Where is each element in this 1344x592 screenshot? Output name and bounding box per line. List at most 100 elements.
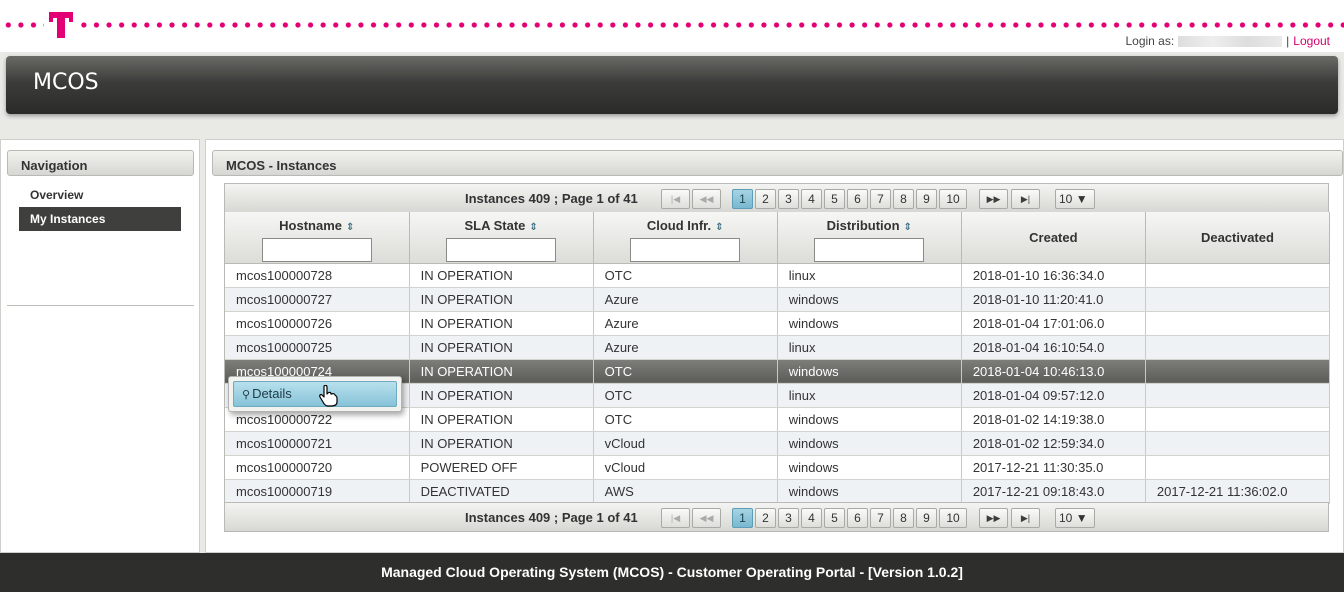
sort-icon[interactable]: ⇕ bbox=[904, 222, 912, 233]
sort-icon[interactable]: ⇕ bbox=[529, 222, 537, 233]
logout-link[interactable]: Logout bbox=[1293, 34, 1330, 48]
page-button-4[interactable]: 4 bbox=[801, 508, 822, 528]
rows-per-page-select[interactable]: 10 ▼ bbox=[1055, 508, 1095, 528]
navigation-title: Navigation bbox=[7, 150, 194, 176]
page-button-4[interactable]: 4 bbox=[801, 189, 822, 209]
page-button-6[interactable]: 6 bbox=[847, 189, 868, 209]
page-button-8[interactable]: 8 bbox=[893, 189, 914, 209]
page-button-3[interactable]: 3 bbox=[778, 189, 799, 209]
distribution-filter-input[interactable] bbox=[814, 238, 925, 262]
cell-deactivated bbox=[1145, 455, 1331, 480]
first-page-icon[interactable]: |◀ bbox=[661, 508, 690, 528]
cell-created: 2017-12-21 11:30:35.0 bbox=[961, 455, 1146, 480]
login-separator: | bbox=[1286, 34, 1290, 48]
pager-info: Instances 409 ; Page 1 of 41 bbox=[465, 510, 638, 525]
app-header: MCOS bbox=[6, 56, 1338, 114]
cell-distribution: windows bbox=[777, 407, 962, 432]
cell-sla-state: IN OPERATION bbox=[409, 431, 594, 456]
app-title: MCOS bbox=[33, 70, 99, 95]
cell-cloud-infr: Azure bbox=[593, 287, 778, 312]
chevron-down-icon: ▼ bbox=[1075, 511, 1088, 525]
cell-sla-state: POWERED OFF bbox=[409, 455, 594, 480]
table-row[interactable]: mcos100000719 DEACTIVATED AWS windows 20… bbox=[225, 479, 1331, 504]
cell-sla-state: IN OPERATION bbox=[409, 287, 594, 312]
cell-created: 2018-01-04 17:01:06.0 bbox=[961, 311, 1146, 336]
sla-state-filter-input[interactable] bbox=[446, 238, 557, 262]
table-row[interactable]: mcos100000726 IN OPERATION Azure windows… bbox=[225, 311, 1331, 336]
brand-dot-line bbox=[0, 22, 1344, 28]
table-row[interactable]: mcos100000728 IN OPERATION OTC linux 201… bbox=[225, 263, 1331, 288]
page-button-6[interactable]: 6 bbox=[847, 508, 868, 528]
page-button-2[interactable]: 2 bbox=[755, 508, 776, 528]
panel-title: MCOS - Instances bbox=[212, 150, 1343, 176]
paginator-top: Instances 409 ; Page 1 of 41 |◀ ◀◀ 1 2 3… bbox=[224, 183, 1329, 213]
page-button-5[interactable]: 5 bbox=[824, 508, 845, 528]
cell-created: 2018-01-04 10:46:13.0 bbox=[961, 359, 1146, 384]
column-header-distribution[interactable]: Distribution ⇕ bbox=[777, 212, 962, 264]
nav-item-overview[interactable]: Overview bbox=[19, 183, 181, 207]
page-button-8[interactable]: 8 bbox=[893, 508, 914, 528]
page-button-7[interactable]: 7 bbox=[870, 508, 891, 528]
nav-item-my-instances[interactable]: My Instances bbox=[19, 207, 181, 231]
cell-sla-state: IN OPERATION bbox=[409, 407, 594, 432]
last-page-icon[interactable]: ▶| bbox=[1011, 508, 1040, 528]
page-button-7[interactable]: 7 bbox=[870, 189, 891, 209]
column-label-hostname: Hostname bbox=[279, 218, 343, 233]
magnifier-icon: ⚲ bbox=[242, 389, 251, 401]
page-button-5[interactable]: 5 bbox=[824, 189, 845, 209]
login-label: Login as: bbox=[1125, 34, 1175, 48]
pager-info: Instances 409 ; Page 1 of 41 bbox=[465, 191, 638, 206]
cloud-infr-filter-input[interactable] bbox=[630, 238, 741, 262]
next-page-icon[interactable]: ▶▶ bbox=[979, 508, 1008, 528]
column-label-cloud-infr: Cloud Infr. bbox=[646, 218, 712, 233]
cell-cloud-infr: vCloud bbox=[593, 431, 778, 456]
page-button-2[interactable]: 2 bbox=[755, 189, 776, 209]
page-button-3[interactable]: 3 bbox=[778, 508, 799, 528]
column-header-hostname[interactable]: Hostname ⇕ bbox=[225, 212, 410, 264]
first-page-icon[interactable]: |◀ bbox=[661, 189, 690, 209]
column-label-distribution: Distribution bbox=[826, 218, 900, 233]
cell-cloud-infr: OTC bbox=[593, 383, 778, 408]
previous-page-icon[interactable]: ◀◀ bbox=[692, 189, 721, 209]
cell-distribution: windows bbox=[777, 311, 962, 336]
cell-distribution: linux bbox=[777, 383, 962, 408]
rows-per-page-select[interactable]: 10 ▼ bbox=[1055, 189, 1095, 209]
cell-hostname: mcos100000721 bbox=[225, 431, 410, 456]
page-button-10[interactable]: 10 bbox=[939, 508, 967, 528]
page-button-1[interactable]: 1 bbox=[732, 189, 753, 209]
page-button-9[interactable]: 9 bbox=[916, 508, 937, 528]
cell-created: 2018-01-02 12:59:34.0 bbox=[961, 431, 1146, 456]
cell-deactivated: 2017-12-21 11:36:02.0 bbox=[1145, 479, 1331, 504]
hostname-filter-input[interactable] bbox=[261, 238, 372, 262]
cell-distribution: windows bbox=[777, 479, 962, 504]
column-header-cloud-infr[interactable]: Cloud Infr. ⇕ bbox=[593, 212, 778, 264]
cell-distribution: windows bbox=[777, 431, 962, 456]
details-label: Details bbox=[252, 386, 292, 401]
page-button-9[interactable]: 9 bbox=[916, 189, 937, 209]
next-page-icon[interactable]: ▶▶ bbox=[979, 189, 1008, 209]
sort-icon[interactable]: ⇕ bbox=[346, 222, 354, 233]
page-button-10[interactable]: 10 bbox=[939, 189, 967, 209]
page-button-1[interactable]: 1 bbox=[732, 508, 753, 528]
brand-bar: Login as: | Logout bbox=[0, 0, 1344, 52]
details-menu-item[interactable]: ⚲ Details bbox=[233, 381, 397, 407]
rows-per-page-value: 10 bbox=[1059, 192, 1073, 206]
cell-deactivated bbox=[1145, 407, 1331, 432]
cell-sla-state: IN OPERATION bbox=[409, 383, 594, 408]
cell-deactivated bbox=[1145, 287, 1331, 312]
table-row[interactable]: mcos100000721 IN OPERATION vCloud window… bbox=[225, 431, 1331, 456]
table-row[interactable]: mcos100000727 IN OPERATION Azure windows… bbox=[225, 287, 1331, 312]
cell-created: 2018-01-02 14:19:38.0 bbox=[961, 407, 1146, 432]
cell-hostname: mcos100000728 bbox=[225, 263, 410, 288]
table-row[interactable]: mcos100000720 POWERED OFF vCloud windows… bbox=[225, 455, 1331, 480]
last-page-icon[interactable]: ▶| bbox=[1011, 189, 1040, 209]
previous-page-icon[interactable]: ◀◀ bbox=[692, 508, 721, 528]
sort-icon[interactable]: ⇕ bbox=[715, 222, 723, 233]
cell-cloud-infr: Azure bbox=[593, 335, 778, 360]
cell-cloud-infr: OTC bbox=[593, 407, 778, 432]
table-row[interactable]: mcos100000725 IN OPERATION Azure linux 2… bbox=[225, 335, 1331, 360]
column-header-created: Created bbox=[961, 212, 1146, 264]
column-header-sla-state[interactable]: SLA State ⇕ bbox=[409, 212, 594, 264]
hand-cursor-icon bbox=[319, 385, 338, 407]
telekom-logo-icon[interactable] bbox=[44, 7, 78, 41]
